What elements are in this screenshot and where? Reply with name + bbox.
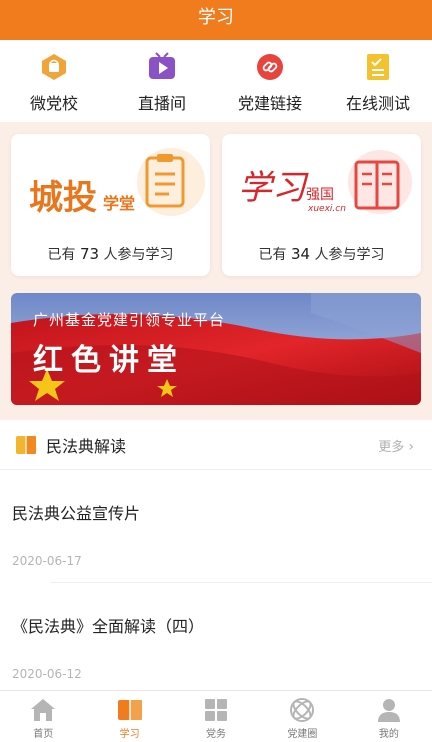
section-header: 民法典解读 更多 › [0, 420, 432, 470]
page-header: 学习 [0, 0, 432, 40]
article-date: 2020-06-17 [12, 554, 82, 568]
tab-study[interactable]: 学习 [86, 691, 172, 742]
section-title: 民法典解读 [46, 436, 127, 456]
quick-link-online-test[interactable]: 在线测试 [324, 40, 432, 122]
card-brand-main: 城投 [29, 178, 97, 218]
party-affairs-icon [205, 699, 228, 721]
article-title: 《民法典》全面解读（四） [12, 617, 205, 636]
chevron-right-icon: › [408, 439, 414, 455]
quick-link-label: 微党校 [29, 94, 78, 113]
tab-label: 党务 [206, 729, 227, 740]
quick-link-live[interactable]: 直播间 [108, 40, 216, 122]
more-link[interactable]: 更多 › [378, 436, 414, 455]
tab-home[interactable]: 首页 [0, 691, 86, 742]
clipboard-icon [137, 148, 205, 216]
red-lecture-banner[interactable]: 广州基金党建引领专业平台 红色讲堂 [11, 293, 421, 405]
quick-link-label: 在线测试 [345, 94, 410, 113]
card-brand-sub: 强国 [306, 187, 334, 203]
banner-subtitle: 广州基金党建引领专业平台 [33, 311, 226, 329]
card-brand-sub: 学堂 [103, 194, 136, 213]
tab-party-circle[interactable]: 党建圈 [259, 691, 345, 742]
book-icon [348, 150, 412, 214]
card-brand-main: 学习 [238, 168, 306, 208]
test-icon [367, 54, 389, 80]
profile-icon [377, 699, 400, 722]
study-icon [117, 700, 142, 720]
participant-count: 34 [290, 245, 311, 263]
card-chengtou-school[interactable]: 城投 学堂 已有 73 人参与学习 [11, 134, 210, 276]
bottom-tab-bar: 首页 学习 党务 党建圈 我的 [0, 690, 432, 742]
article-item[interactable]: 民法典公益宣传片 2020-06-17 [0, 470, 432, 582]
article-title: 民法典公益宣传片 [12, 504, 141, 523]
article-item[interactable]: 《民法典》全面解读（四） 2020-06-12 [0, 583, 432, 691]
link-icon [257, 54, 283, 80]
tab-label: 党建圈 [287, 729, 318, 740]
tab-party-affairs[interactable]: 党务 [173, 691, 259, 742]
card-xuexi-qiangguo[interactable]: 学习 强国 xuexi.cn 已有 34 人参与学习 [222, 134, 421, 276]
page-title: 学习 [198, 7, 234, 28]
article-date: 2020-06-12 [12, 667, 82, 681]
tab-label: 我的 [378, 729, 399, 740]
book-icon [16, 435, 36, 454]
banner-title: 红色讲堂 [33, 343, 185, 378]
party-school-icon [42, 54, 66, 80]
card-participants: 已有 34 人参与学习 [258, 245, 385, 263]
tab-profile[interactable]: 我的 [346, 691, 432, 742]
participant-count: 73 [79, 245, 100, 263]
home-icon [31, 699, 56, 721]
live-icon [149, 52, 175, 79]
quick-link-label: 党建链接 [237, 94, 302, 113]
quick-link-party-school[interactable]: 微党校 [0, 40, 108, 122]
card-participants: 已有 73 人参与学习 [47, 245, 174, 263]
tab-label: 学习 [119, 729, 140, 740]
quick-links: 微党校 直播间 党建链接 在线测试 [0, 40, 432, 122]
tab-label: 首页 [33, 729, 54, 740]
quick-link-party-links[interactable]: 党建链接 [216, 40, 324, 122]
card-brand-url: xuexi.cn [308, 204, 346, 214]
party-circle-icon [290, 698, 315, 722]
quick-link-label: 直播间 [137, 94, 186, 113]
